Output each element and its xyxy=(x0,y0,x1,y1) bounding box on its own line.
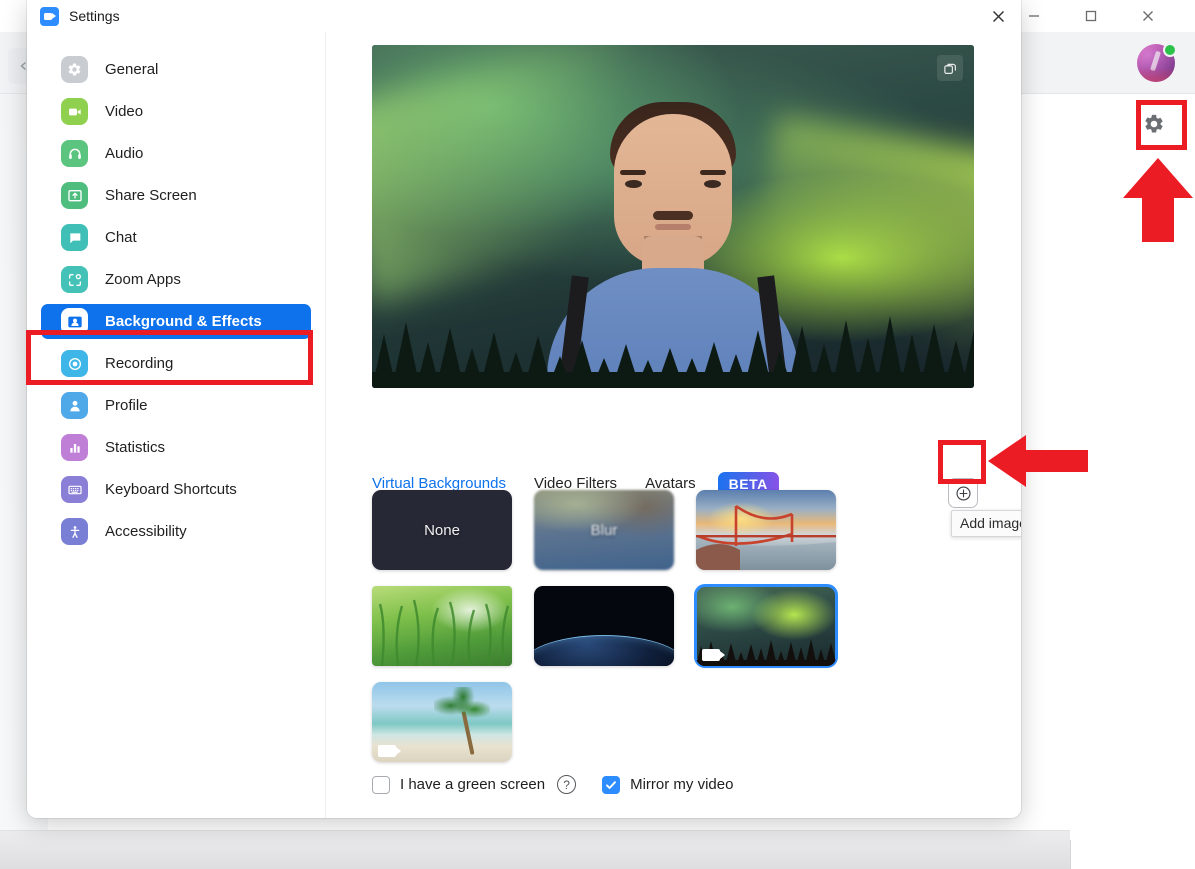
sidebar-item-label: Background & Effects xyxy=(105,313,262,330)
video-camera-icon xyxy=(61,98,88,125)
sidebar-item-statistics[interactable]: Statistics xyxy=(41,430,311,465)
thumbnail-blur[interactable]: Blur xyxy=(534,490,674,570)
video-badge-icon xyxy=(378,745,396,757)
annotation-arrow-left xyxy=(988,433,1088,489)
screen-root: Settings General xyxy=(0,0,1195,869)
sidebar-item-general[interactable]: General xyxy=(41,52,311,87)
video-badge-icon xyxy=(702,649,720,661)
tree-silhouettes xyxy=(372,314,974,388)
thumbnail-none[interactable]: None xyxy=(372,490,512,570)
video-preview xyxy=(372,45,974,388)
footer-divider xyxy=(1070,840,1071,869)
person-icon xyxy=(61,392,88,419)
settings-sidebar: General Video Audio xyxy=(27,32,326,818)
sidebar-item-label: Chat xyxy=(105,229,137,246)
gear-icon xyxy=(61,56,88,83)
sidebar-item-label: Video xyxy=(105,103,143,120)
sidebar-item-audio[interactable]: Audio xyxy=(41,136,311,171)
close-button[interactable] xyxy=(1125,0,1171,32)
thumbnail-golden-gate[interactable] xyxy=(696,490,836,570)
headphones-icon xyxy=(61,140,88,167)
mirror-video-checkbox[interactable] xyxy=(602,776,620,794)
settings-body: General Video Audio xyxy=(27,32,1021,818)
green-screen-checkbox[interactable] xyxy=(372,776,390,794)
question-mark-icon[interactable]: ? xyxy=(557,775,576,794)
keyboard-icon xyxy=(61,476,88,503)
settings-window: Settings General xyxy=(27,0,1021,818)
thumbnail-label: None xyxy=(372,490,512,570)
sidebar-item-label: Accessibility xyxy=(105,523,187,540)
thumbnail-beach[interactable] xyxy=(372,682,512,762)
sidebar-item-label: Keyboard Shortcuts xyxy=(105,481,237,498)
accessibility-icon xyxy=(61,518,88,545)
main-window-footer-right xyxy=(1070,830,1195,869)
sidebar-item-profile[interactable]: Profile xyxy=(41,388,311,423)
checkmark-icon xyxy=(605,779,617,791)
chat-bubble-icon xyxy=(61,224,88,251)
annotation-box-background-effects xyxy=(26,330,313,385)
annotation-box-add-button xyxy=(938,440,986,484)
sidebar-item-label: Zoom Apps xyxy=(105,271,181,288)
sidebar-item-share-screen[interactable]: Share Screen xyxy=(41,178,311,213)
apps-icon xyxy=(61,266,88,293)
sidebar-item-label: Profile xyxy=(105,397,148,414)
bar-chart-icon xyxy=(61,434,88,461)
popout-window-icon xyxy=(943,61,958,76)
sidebar-item-chat[interactable]: Chat xyxy=(41,220,311,255)
avatar[interactable] xyxy=(1137,44,1175,82)
close-icon xyxy=(992,10,1005,23)
sidebar-item-video[interactable]: Video xyxy=(41,94,311,129)
sidebar-item-label: Share Screen xyxy=(105,187,197,204)
sidebar-item-label: General xyxy=(105,61,158,78)
zoom-logo-icon xyxy=(40,7,59,26)
sidebar-item-zoom-apps[interactable]: Zoom Apps xyxy=(41,262,311,297)
popout-window-button[interactable] xyxy=(937,55,963,81)
sidebar-item-label: Statistics xyxy=(105,439,165,456)
background-thumbnail-grid: None Blur xyxy=(372,490,932,762)
grass-graphic xyxy=(372,586,512,666)
mirror-video-label: Mirror my video xyxy=(630,776,733,793)
thumbnail-aurora[interactable] xyxy=(696,586,836,666)
maximize-button[interactable] xyxy=(1068,0,1114,32)
sidebar-item-keyboard-shortcuts[interactable]: Keyboard Shortcuts xyxy=(41,472,311,507)
sidebar-item-accessibility[interactable]: Accessibility xyxy=(41,514,311,549)
settings-window-title: Settings xyxy=(69,8,120,24)
thumbnail-grass[interactable] xyxy=(372,586,512,666)
background-options-row: I have a green screen ? Mirror my video xyxy=(372,775,972,794)
palm-trunk xyxy=(461,711,474,755)
share-screen-icon xyxy=(61,182,88,209)
annotation-box-gear xyxy=(1136,100,1187,150)
settings-main-pane: Virtual Backgrounds Video Filters Avatar… xyxy=(326,32,1021,818)
thumbnail-label: Blur xyxy=(534,490,674,570)
settings-close-button[interactable] xyxy=(976,0,1021,32)
green-screen-label: I have a green screen xyxy=(400,776,545,793)
bridge-graphic xyxy=(696,490,836,570)
plus-in-rounded-square-icon xyxy=(955,485,972,502)
main-window-footer xyxy=(0,830,1195,869)
annotation-arrow-up xyxy=(1122,158,1194,242)
online-status-dot xyxy=(1163,43,1177,57)
add-image-tooltip: Add image or video xyxy=(951,510,1021,537)
thumbnail-space[interactable] xyxy=(534,586,674,666)
sidebar-item-label: Audio xyxy=(105,145,143,162)
settings-titlebar: Settings xyxy=(27,0,1021,32)
